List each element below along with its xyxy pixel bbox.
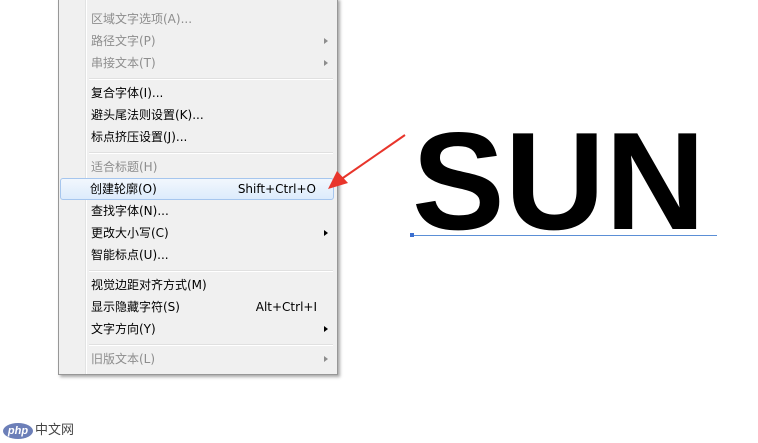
text-baseline (412, 235, 717, 236)
watermark-logo: php (3, 423, 33, 439)
text-anchor-point[interactable] (410, 233, 414, 237)
canvas-text-object[interactable]: SUN (412, 112, 705, 251)
watermark-text: 中文网 (35, 423, 75, 438)
